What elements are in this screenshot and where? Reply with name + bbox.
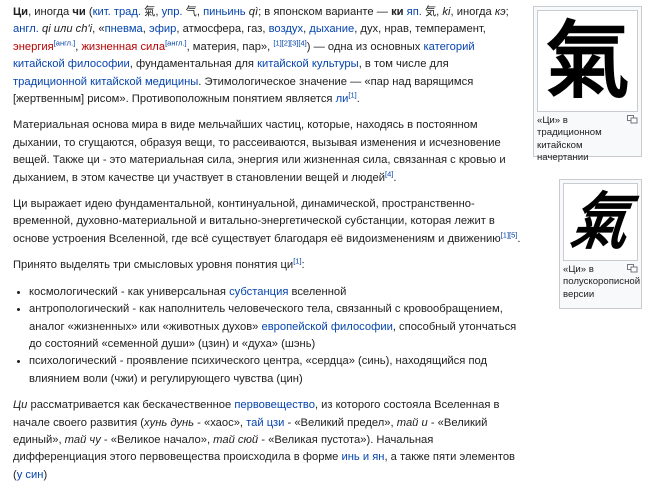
redlink-energiya[interactable]: энергия: [13, 41, 54, 53]
link-angl[interactable]: англ.: [13, 23, 39, 35]
link-in-yan[interactable]: инь и ян: [341, 451, 384, 463]
link-kitayskoy-kultury[interactable]: китайской культуры: [257, 58, 359, 70]
list-item: психологический - проявление психическог…: [29, 353, 522, 388]
link-kit-trad[interactable]: кит. трад.: [93, 6, 141, 18]
levels-list: космологический - как универсальная субс…: [13, 284, 522, 388]
link-upr[interactable]: упр.: [162, 6, 183, 18]
interwiki-angl-1[interactable]: [англ.]: [54, 38, 76, 47]
list-item: космологический - как универсальная субс…: [29, 284, 522, 301]
paragraph-levels: Принято выделять три смысловых уровня по…: [13, 256, 305, 272]
magnify-icon[interactable]: [627, 264, 638, 273]
link-tay-czi[interactable]: тай цзи: [246, 417, 284, 429]
list-item: антропологический - как наполнитель чело…: [29, 301, 522, 353]
magnify-icon[interactable]: [627, 115, 638, 124]
ref-1b[interactable]: [1]: [293, 257, 301, 266]
semicursive-character-image[interactable]: 氣: [563, 183, 638, 261]
figure-traditional: 氣 «Ци» в традиционном китайском начертан…: [533, 6, 642, 163]
qi-glyph-traditional: 氣: [545, 11, 630, 110]
link-efir[interactable]: эфир: [149, 23, 176, 35]
link-dykhanie[interactable]: дыхание: [309, 23, 354, 35]
figure-caption: «Ци» в полускорописной версии: [563, 264, 641, 300]
link-pervoveshchestvo[interactable]: первовещество: [234, 399, 315, 411]
ref-1-5[interactable]: [1][5]: [501, 230, 518, 239]
link-substanciya[interactable]: субстанция: [229, 286, 288, 298]
link-pnevma[interactable]: пневма: [105, 23, 143, 35]
link-u-sin[interactable]: у син: [17, 469, 44, 481]
article-body: Ци, иногда чи (кит. трад. 氣, упр. 气, пин…: [13, 4, 522, 493]
ref-1[interactable]: [1]: [348, 90, 356, 99]
interwiki-angl-2[interactable]: [англ.]: [165, 38, 187, 47]
paragraph-substance: Ци выражает идею фундаментальной, контин…: [13, 198, 521, 245]
link-pinyin[interactable]: пиньинь: [203, 6, 246, 18]
redlink-zhiznennaya-sila[interactable]: жизненная сила: [81, 41, 165, 53]
intro-paragraph: Ци, иногда чи (кит. трад. 氣, упр. 气, пин…: [13, 6, 509, 106]
figure-semicursive: 氣 «Ци» в полускорописной версии: [559, 179, 642, 309]
ref-1-4[interactable]: [1][2][3][4]: [273, 38, 306, 47]
link-tradicionnoy-mediciny[interactable]: традиционной китайской медицины: [13, 76, 198, 88]
link-li[interactable]: ли: [336, 93, 349, 105]
term-qi: Ци: [13, 6, 29, 18]
link-yap[interactable]: яп.: [407, 6, 422, 18]
link-evropeyskoy-filosofii[interactable]: европейской философии: [262, 321, 393, 333]
link-vozdukh[interactable]: воздух: [269, 23, 304, 35]
paragraph-material: Материальная основа мира в виде мельчайш…: [13, 119, 506, 184]
paragraph-pervoveshchestvo: Ци рассматривается как бескачественное п…: [13, 399, 515, 481]
figure-caption: «Ци» в традиционном китайском начертании: [537, 115, 638, 164]
traditional-character-image[interactable]: 氣: [537, 10, 638, 112]
qi-glyph-semicursive: 氣: [566, 185, 635, 258]
